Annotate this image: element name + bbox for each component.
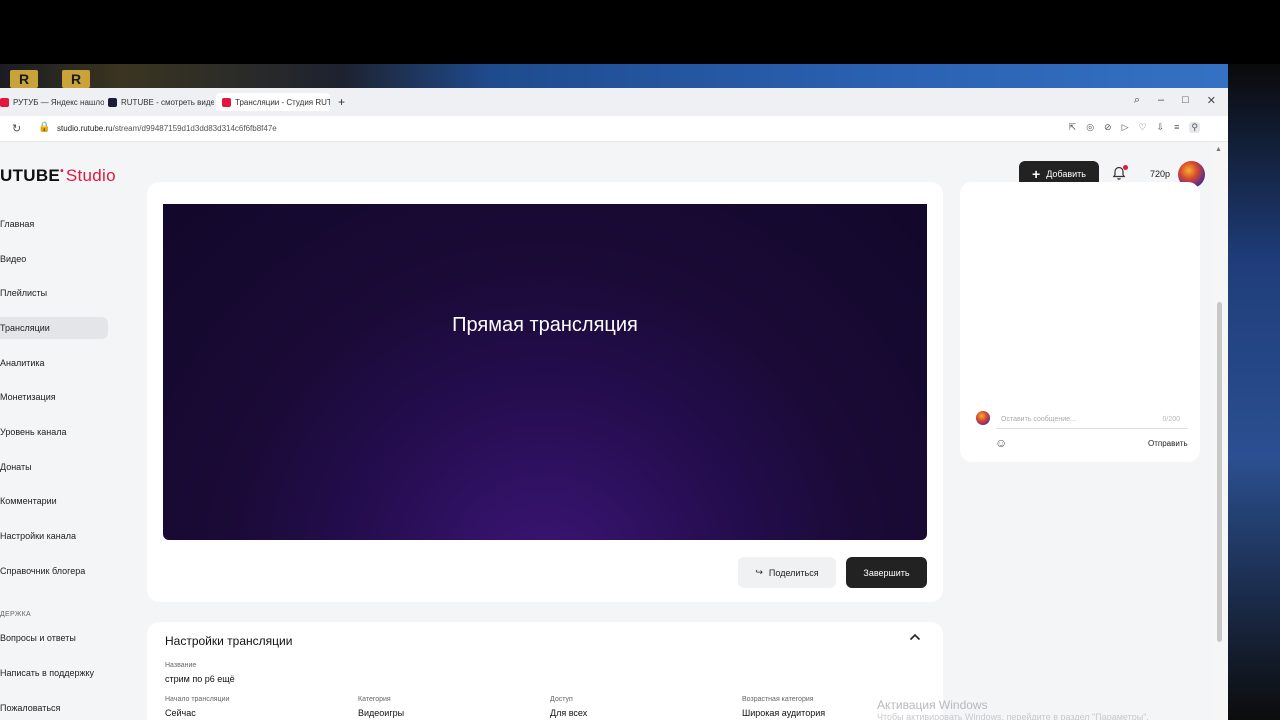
access-label: Доступ — [550, 696, 573, 703]
start-time-value[interactable]: Сейчас — [165, 708, 196, 718]
sidebar-item-home[interactable]: Главная — [0, 213, 108, 235]
scroll-up-icon[interactable]: ▲ — [1215, 146, 1222, 153]
access-value[interactable]: Для всех — [550, 708, 587, 718]
sidebar-item-streams[interactable]: Трансляции — [0, 317, 108, 339]
window-controls: ⌕ – □ ✕ — [1134, 94, 1216, 107]
reload-icon[interactable]: ↻ — [12, 122, 21, 135]
logo-dot: • — [60, 166, 64, 177]
sidebar-item-blogger-guide[interactable]: Справочник блогера — [0, 560, 108, 582]
tab-label: РУТУБ — Яндекс нашлось — [13, 97, 104, 107]
logo-studio: Studio — [65, 166, 116, 185]
stream-settings-title: Настройки трансляции — [165, 634, 293, 648]
tab-bar: РУТУБ — Яндекс нашлось RUTUBE - смотреть… — [0, 88, 1228, 116]
video-player[interactable]: Прямая трансляция — [163, 204, 927, 540]
stream-name-value[interactable]: стрим по р6 ещё — [165, 674, 235, 684]
quality-indicator[interactable]: 720p — [1150, 169, 1170, 179]
browser-tab[interactable]: RUTUBE - смотреть видео — [108, 93, 214, 111]
play-icon[interactable]: ▷ — [1122, 122, 1129, 133]
menu-icon[interactable]: ≡ — [1174, 122, 1179, 133]
notification-badge — [1123, 165, 1128, 170]
send-button[interactable]: Отправить — [1148, 439, 1188, 448]
tab-favicon-icon — [108, 97, 117, 107]
scrollbar-thumb[interactable] — [1217, 302, 1222, 642]
chat-user-avatar — [976, 411, 990, 425]
chat-placeholder: Оставить сообщение... — [1001, 416, 1076, 423]
minimize-icon[interactable]: – — [1158, 94, 1164, 107]
browser-tab[interactable]: РУТУБ — Яндекс нашлось — [0, 93, 104, 111]
url-field[interactable]: studio.rutube.ru/stream/d99487159d1d3dd8… — [57, 124, 277, 133]
tab-label: RUTUBE - смотреть видео — [121, 97, 214, 107]
close-icon[interactable]: ✕ — [1207, 94, 1216, 107]
favorites-icon[interactable]: ♡ — [1139, 122, 1147, 133]
logo-main: UTUBE — [0, 166, 61, 185]
chevron-up-icon[interactable] — [909, 632, 921, 644]
emoji-icon[interactable]: ☺ — [995, 436, 1007, 450]
new-tab-button[interactable]: + — [338, 95, 345, 109]
browser-tab-active[interactable]: Трансляции - Студия RUTUBE — [216, 93, 330, 111]
profile-icon[interactable]: ⚲ — [1189, 122, 1200, 133]
url-path: /stream/d99487159d1d3dd83d314c6f6fb8f47e — [112, 124, 277, 133]
search-tabs-icon[interactable]: ⌕ — [1134, 94, 1140, 107]
tab-label: Трансляции - Студия RUTUBE — [235, 97, 330, 107]
address-bar: ↻ 🔒 studio.rutube.ru/stream/d99487159d1d… — [0, 116, 1228, 164]
sidebar-item-report[interactable]: Пожаловаться — [0, 697, 108, 719]
browser-window: РУТУБ — Яндекс нашлось RUTUBE - смотреть… — [0, 88, 1228, 720]
page-scrollbar[interactable]: ▲ — [1212, 142, 1228, 720]
screenshot-icon[interactable]: ◎ — [1086, 122, 1094, 133]
sidebar: Главная Видео Плейлисты Трансляции Анали… — [0, 204, 120, 720]
sidebar-item-videos[interactable]: Видео — [0, 248, 108, 270]
age-rating-label: Возрастная категория — [742, 696, 814, 703]
sidebar-item-analytics[interactable]: Аналитика — [0, 352, 108, 374]
add-button-label: Добавить — [1046, 169, 1086, 179]
chat-char-counter: 0/200 — [1162, 416, 1180, 423]
sidebar-item-donations[interactable]: Донаты — [0, 456, 108, 478]
age-rating-value[interactable]: Широкая аудитория — [742, 708, 825, 718]
stream-name-label: Название — [165, 662, 197, 669]
video-placeholder-title: Прямая трансляция — [452, 314, 638, 336]
share-button[interactable]: ↪ Поделиться — [738, 557, 836, 588]
category-label: Категория — [358, 696, 391, 703]
sidebar-item-write-support[interactable]: Написать в поддержку — [0, 662, 108, 684]
desktop-icons: R R — [10, 70, 90, 88]
sidebar-item-channel-settings[interactable]: Настройки канала — [0, 525, 108, 547]
start-time-label: Начало трансляции — [165, 696, 230, 703]
open-in-app-icon[interactable]: ⇱ — [1069, 122, 1077, 133]
url-domain: studio.rutube.ru — [57, 124, 113, 133]
studio-page: UTUBE• Studio + Добавить 720p Главная Вид… — [0, 142, 1212, 720]
lock-icon[interactable]: 🔒 — [38, 122, 50, 133]
tab-favicon-icon — [0, 97, 9, 107]
windows-activation-watermark: Активация Windows — [877, 698, 988, 712]
desktop-app-icon[interactable]: R — [62, 70, 90, 88]
sidebar-item-channel-level[interactable]: Уровень канала — [0, 421, 108, 443]
collapse-icon — [909, 633, 921, 641]
desktop-wallpaper-strip — [0, 64, 1230, 88]
finish-stream-button[interactable]: Завершить — [846, 557, 927, 588]
desktop-app-icon[interactable]: R — [10, 70, 38, 88]
sidebar-item-playlists[interactable]: Плейлисты — [0, 282, 108, 304]
sidebar-item-comments[interactable]: Комментарии — [0, 490, 108, 512]
tab-favicon-icon — [222, 97, 231, 107]
address-bar-icons: ⇱ ◎ ⊘ ▷ ♡ ⇩ ≡ ⚲ — [1069, 122, 1200, 133]
sidebar-item-faq[interactable]: Вопросы и ответы — [0, 627, 108, 649]
category-value[interactable]: Видеоигры — [358, 708, 404, 718]
share-button-label: Поделиться — [768, 567, 819, 578]
sidebar-item-monetization[interactable]: Монетизация — [0, 386, 108, 408]
desktop-right-strip — [1228, 64, 1280, 720]
adblock-icon[interactable]: ⊘ — [1104, 122, 1112, 133]
windows-activation-subtitle: Чтобы активировать Windows, перейдите в … — [877, 712, 1149, 720]
rutube-studio-logo[interactable]: UTUBE• Studio — [0, 166, 116, 186]
support-section-heading: ДЕРЖКА — [0, 611, 32, 618]
chat-message-input[interactable]: Оставить сообщение... 0/200 — [996, 411, 1188, 429]
downloads-icon[interactable]: ⇩ — [1157, 122, 1165, 133]
maximize-icon[interactable]: □ — [1182, 94, 1189, 107]
share-icon: ↪ — [755, 567, 763, 577]
plus-icon: + — [1032, 166, 1041, 182]
